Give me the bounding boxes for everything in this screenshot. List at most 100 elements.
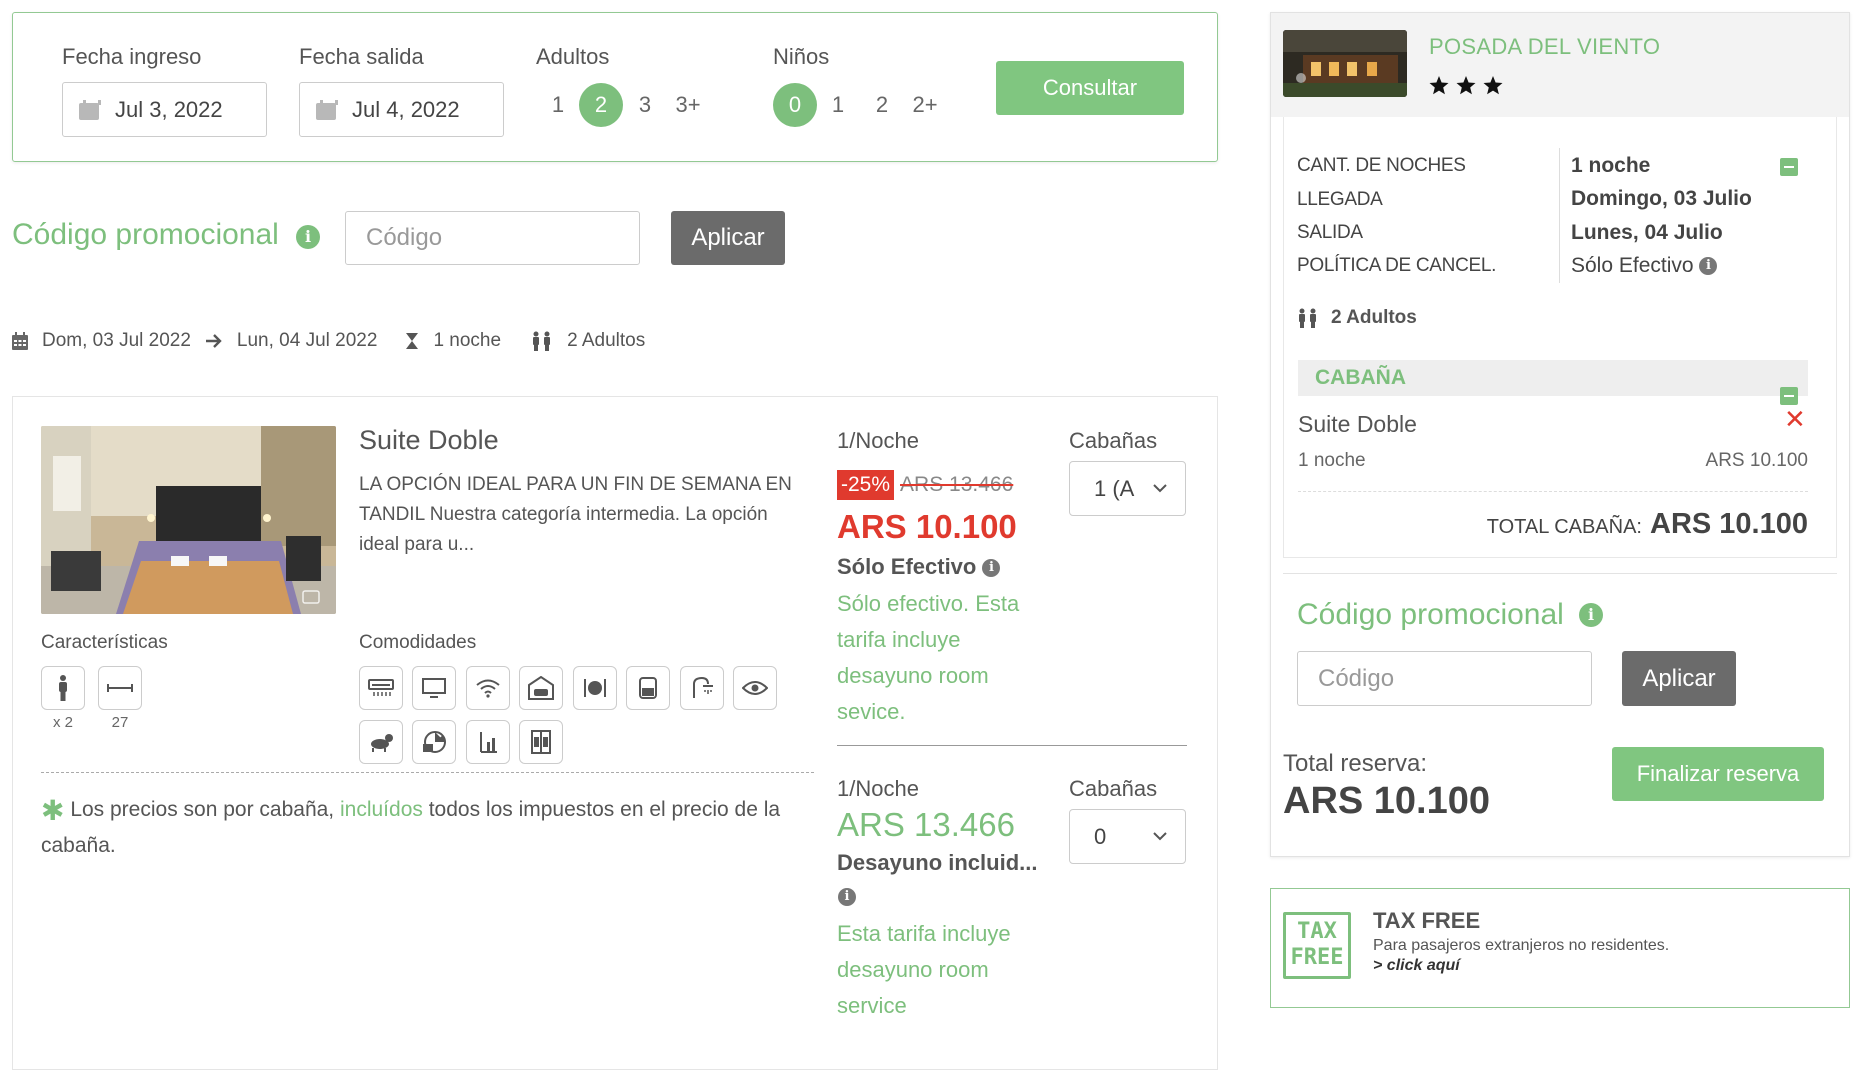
rate1-units-select[interactable]: 1 (A <box>1069 461 1186 516</box>
calendar-icon <box>12 332 28 350</box>
collapse-details-button[interactable] <box>1780 158 1798 176</box>
info-icon[interactable]: i <box>982 559 1001 578</box>
consultar-button[interactable]: Consultar <box>996 61 1184 115</box>
summary-guests: 2 Adultos <box>567 330 646 351</box>
checkout-date-value: Jul 4, 2022 <box>352 96 460 122</box>
checkout-date-input[interactable]: Jul 4, 2022 <box>299 82 504 137</box>
cart-item-name: Suite Doble <box>1298 411 1417 437</box>
guests-icon <box>533 331 551 351</box>
adults-option-2[interactable]: 2 <box>579 83 623 127</box>
detail-divider <box>1559 148 1560 283</box>
rate2-price: ARS 13.466 <box>837 806 1015 843</box>
detail-value-nights: 1 noche <box>1571 154 1651 177</box>
rate2-name[interactable]: Desayuno incluid... <box>837 850 1042 876</box>
size-value: 27 <box>111 714 129 731</box>
cart-item-nights: 1 noche <box>1298 450 1366 471</box>
hotel-thumbnail[interactable] <box>1283 30 1407 97</box>
guests-icon <box>1299 308 1316 328</box>
summary-to: Lun, 04 Jul 2022 <box>236 330 378 351</box>
detail-value-departure: Lunes, 04 Julio <box>1571 221 1723 244</box>
calendar-icon <box>79 99 101 120</box>
stay-summary: Dom, 03 Jul 2022 Lun, 04 Jul 2022 1 noch… <box>12 330 645 352</box>
size-icon <box>98 666 142 710</box>
tv-icon <box>412 666 456 710</box>
rate1-units-label: Cabañas <box>1069 428 1158 453</box>
detail-label-arrival: LLEGADA <box>1297 189 1383 210</box>
cart-promo-apply-button[interactable]: Aplicar <box>1622 651 1736 706</box>
kids-option-2[interactable]: 2 <box>860 83 904 127</box>
hourglass-icon <box>406 333 419 349</box>
cart-promo-input[interactable]: Código <box>1297 651 1592 706</box>
rate2-units-label: Cabañas <box>1069 776 1158 801</box>
finalizar-reserva-button[interactable]: Finalizar reserva <box>1612 747 1824 801</box>
room-name[interactable]: Suite Doble <box>359 425 499 456</box>
price-footnote: ✱ Los precios son por cabaña, incluídos … <box>41 795 781 858</box>
promo-apply-button[interactable]: Aplicar <box>671 211 785 265</box>
minibar-icon <box>626 666 670 710</box>
total-reserva-value: ARS 10.100 <box>1283 780 1491 822</box>
star-icon <box>1429 76 1449 95</box>
promo-title: Código promocional <box>12 218 279 251</box>
detail-label-nights: CANT. DE NOCHES <box>1297 155 1466 176</box>
rate2-per-night: 1/Noche <box>837 776 919 801</box>
garage-icon <box>519 666 563 710</box>
air-conditioner-icon <box>359 666 403 710</box>
kids-label: Niños <box>773 44 830 69</box>
checkin-date-input[interactable]: Jul 3, 2022 <box>62 82 267 137</box>
rate2-units-select[interactable]: 0 <box>1069 809 1186 864</box>
tax-free-title: TAX FREE <box>1373 908 1481 933</box>
hotel-name: POSADA DEL VIENTO <box>1429 34 1661 59</box>
adults-label: Adultos <box>536 44 610 69</box>
arrow-right-icon <box>205 334 222 348</box>
total-reserva-label: Total reserva: <box>1283 750 1428 777</box>
checkout-label: Fecha salida <box>299 44 424 69</box>
checkin-date-value: Jul 3, 2022 <box>115 96 223 122</box>
remove-item-icon[interactable]: ✕ <box>1784 404 1806 435</box>
collapse-cabin-button[interactable] <box>1780 387 1798 405</box>
pet-icon <box>359 720 403 764</box>
tax-free-subtitle: Para pasajeros extranjeros no residentes… <box>1373 937 1670 954</box>
rate1-name[interactable]: Sólo Efectivo i <box>837 554 1001 580</box>
rate1-discount-row: -25% ARS 13.466 <box>837 468 1013 502</box>
old-price: ARS 13.466 <box>900 473 1014 496</box>
capacity-value: x 2 <box>52 714 73 731</box>
detail-label-policy: POLÍTICA DE CANCEL. <box>1297 255 1497 276</box>
view-icon <box>733 666 777 710</box>
rate1-per-night: 1/Noche <box>837 428 919 453</box>
cabin-total: TOTAL CABAÑA: ARS 10.100 <box>1486 508 1808 540</box>
info-icon[interactable]: i <box>1699 257 1718 276</box>
rate2-description: Esta tarifa incluye desayuno room servic… <box>837 921 1011 1018</box>
wifi-icon <box>466 666 510 710</box>
info-icon[interactable]: i <box>838 888 856 906</box>
adults-option-3plus[interactable]: 3+ <box>666 83 710 127</box>
included-link[interactable]: incluídos <box>340 798 423 821</box>
calendar-icon <box>316 99 338 120</box>
asterisk-icon: ✱ <box>41 795 65 826</box>
restaurant-icon <box>573 666 617 710</box>
divider <box>41 772 814 773</box>
star-icon <box>1456 76 1476 95</box>
summary-from: Dom, 03 Jul 2022 <box>42 330 191 351</box>
adults-option-3[interactable]: 3 <box>623 83 667 127</box>
breakfast-icon <box>412 720 456 764</box>
park-icon <box>466 720 510 764</box>
tax-free-link[interactable]: > click aquí <box>1373 957 1460 975</box>
tax-free-logo: TAX FREE <box>1283 912 1351 979</box>
room-description: LA OPCIÓN IDEAL PARA UN FIN DE SEMANA EN… <box>359 474 792 555</box>
kids-option-1[interactable]: 1 <box>816 83 860 127</box>
info-icon[interactable]: i <box>296 225 320 249</box>
adults-option-1[interactable]: 1 <box>536 83 580 127</box>
kids-option-0[interactable]: 0 <box>773 83 817 127</box>
rate1-description: Sólo efectivo. Esta tarifa incluye desay… <box>837 591 1020 724</box>
features-label: Características <box>41 632 168 653</box>
rate1-price: ARS 10.100 <box>837 508 1017 545</box>
shower-icon <box>680 666 724 710</box>
cabin-section-title: CABAÑA <box>1315 366 1406 389</box>
star-icon <box>1483 76 1503 95</box>
info-icon[interactable]: i <box>1579 603 1603 627</box>
promo-code-input[interactable]: Código <box>345 211 640 265</box>
kids-option-2plus[interactable]: 2+ <box>903 83 947 127</box>
cart-promo-title: Código promocional <box>1297 598 1564 631</box>
room-photo[interactable] <box>41 426 336 614</box>
cart-item-price: ARS 10.100 <box>1705 450 1808 471</box>
